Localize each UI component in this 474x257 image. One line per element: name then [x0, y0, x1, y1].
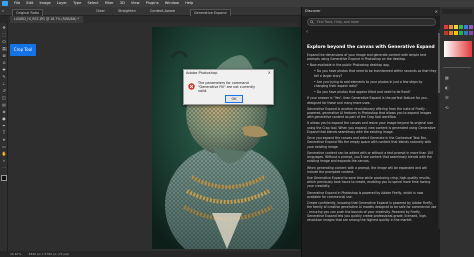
article-paragraph: Once you expand the canvas and select Ge…: [307, 136, 432, 149]
article-title: Explore beyond the canvas with Generativ…: [307, 45, 435, 50]
menu-image[interactable]: Image: [39, 1, 50, 5]
article-bullet: • Are you trying to add elements to your…: [314, 79, 423, 89]
search-icon: [310, 20, 314, 24]
crop-tool-options-icon[interactable]: ⌗: [2, 7, 4, 16]
color-swatch[interactable]: [469, 31, 473, 35]
hand-tool-icon[interactable]: ✋: [2, 152, 7, 156]
article-body: Expand the dimensions of your image and …: [307, 53, 437, 224]
article-paragraph: If your answer is "Yes", then Generative…: [307, 96, 429, 105]
photoshop-logo-icon: [2, 1, 8, 6]
document-info: 3840 px x 5760 px (72 ppi): [28, 252, 70, 256]
article-paragraph: It allows you to expand the canvas and r…: [307, 121, 436, 135]
back-arrow-icon[interactable]: ‹: [306, 29, 308, 35]
crop-tool-icon[interactable]: ⌗: [1, 47, 7, 51]
ok-button[interactable]: OK: [225, 95, 243, 103]
menu-plugins[interactable]: Plugins: [146, 1, 159, 5]
marquee-tool-icon[interactable]: ⬚: [2, 33, 7, 37]
close-icon[interactable]: ×: [435, 7, 438, 16]
eraser-tool-icon[interactable]: ◫: [2, 96, 7, 100]
clear-button[interactable]: Clear: [96, 7, 105, 16]
color-picker[interactable]: [444, 41, 472, 57]
article-paragraph: Generative content can be added with or …: [307, 150, 434, 164]
article-bullet: • Do you have photos that appear tilted …: [314, 90, 411, 95]
color-swatch[interactable]: [464, 31, 468, 35]
color-swatch[interactable]: [469, 25, 473, 29]
zoom-level[interactable]: 16.67%: [10, 252, 21, 256]
document-tab[interactable]: LIZARD_HI_REZ.JPG @ 16.7% (RGB/8#) *: [10, 16, 84, 23]
discover-panel: Discover × Find Tools, Help, and more ‹ …: [301, 7, 440, 257]
menu-file[interactable]: File: [14, 1, 20, 5]
foreground-color-swatch[interactable]: [1, 175, 7, 181]
pen-tool-icon[interactable]: ✒: [2, 124, 7, 128]
right-panel-strip: ▦ ◐ ☰ ⟲: [440, 7, 474, 257]
eyedropper-tool-icon[interactable]: ⊘: [2, 61, 7, 65]
article-paragraph: When generating content with a prompt, t…: [307, 165, 428, 174]
color-swatch[interactable]: [444, 31, 448, 35]
menu-help[interactable]: Help: [185, 1, 193, 5]
color-swatch[interactable]: [459, 25, 463, 29]
dialog-message: The parameters for command "Generative F…: [198, 81, 255, 93]
color-swatch[interactable]: [444, 25, 448, 29]
menu-bar: File Edit Image Layer Type Select Filter…: [0, 0, 474, 7]
status-bar: 16.67% 3840 px x 5760 px (72 ppi): [0, 251, 300, 257]
document-tab-bar: LIZARD_HI_REZ.JPG @ 16.7% (RGB/8#) *: [8, 16, 298, 23]
article-paragraph: Generative Expand is another revolutiona…: [307, 106, 432, 120]
menu-filter[interactable]: Filter: [105, 1, 114, 5]
more-tools-icon[interactable]: ⋯: [2, 166, 7, 170]
close-icon[interactable]: ×: [268, 70, 271, 75]
tools-panel: ✥ ⬚ ⵔ ⌗ ⊠ ⊘ ✚ ✎ ⊥ ↺ ◫ ▤ ◈ ● ✒ T ➤ ▭ ✋ ⌕ …: [0, 23, 9, 253]
panel-tab-row[interactable]: [442, 9, 472, 14]
menu-window[interactable]: Window: [165, 1, 179, 5]
discover-search-input[interactable]: Find Tools, Help, and more: [307, 18, 436, 26]
color-swatch[interactable]: [464, 25, 468, 29]
color-swatch[interactable]: [449, 31, 453, 35]
healing-tool-icon[interactable]: ✚: [2, 68, 7, 72]
color-swatch[interactable]: [449, 25, 453, 29]
lasso-tool-icon[interactable]: ⵔ: [2, 40, 7, 44]
menu-view[interactable]: View: [131, 1, 140, 5]
content-aware-checkbox[interactable]: Content-Aware: [150, 7, 175, 16]
color-swatch[interactable]: [454, 25, 458, 29]
article-paragraph: Generative Expand in Photoshop is powere…: [307, 190, 424, 199]
menu-edit[interactable]: Edit: [26, 1, 33, 5]
error-dialog: Adobe Photoshop × The parameters for com…: [183, 69, 274, 105]
menu-3d[interactable]: 3D: [120, 1, 125, 5]
frame-tool-icon[interactable]: ⊠: [2, 54, 7, 58]
type-tool-icon[interactable]: T: [2, 131, 7, 135]
menu-select[interactable]: Select: [87, 1, 98, 5]
stamp-tool-icon[interactable]: ⊥: [2, 82, 7, 86]
article-paragraph: Create confidently, knowing that Generat…: [307, 200, 437, 223]
straighten-button[interactable]: Straighten: [118, 7, 136, 16]
article-paragraph: Use Generative Expand to save time while…: [307, 175, 431, 189]
search-placeholder: Find Tools, Help, and more: [317, 20, 359, 24]
menu-layer[interactable]: Layer: [57, 1, 67, 5]
discover-title: Discover: [305, 9, 321, 13]
discover-header: Discover ×: [302, 7, 440, 16]
article-bullet: • Do you have photos that need to be tra…: [314, 69, 437, 78]
menu-type[interactable]: Type: [73, 1, 81, 5]
properties-icon[interactable]: ☰: [445, 95, 449, 100]
path-select-icon[interactable]: ➤: [2, 138, 7, 142]
crop-tool-tooltip: Crop Tool: [10, 44, 36, 56]
layers-icon[interactable]: ▦: [445, 75, 449, 80]
history-icon[interactable]: ⟲: [445, 105, 449, 110]
shape-tool-icon[interactable]: ▭: [2, 145, 7, 149]
brush-tool-icon[interactable]: ✎: [2, 75, 7, 79]
article-paragraph: Expand the dimensions of your image and …: [307, 53, 427, 62]
blur-tool-icon[interactable]: ◈: [2, 110, 7, 114]
gradient-tool-icon[interactable]: ▤: [2, 103, 7, 107]
color-swatch[interactable]: [459, 31, 463, 35]
color-swatch[interactable]: [454, 31, 458, 35]
divider: [443, 67, 471, 68]
history-brush-icon[interactable]: ↺: [2, 89, 7, 93]
error-icon: [188, 83, 195, 90]
adjustments-icon[interactable]: ◐: [445, 85, 449, 90]
article-paragraph: • Now available in the public Photoshop …: [307, 63, 391, 68]
dodge-tool-icon[interactable]: ●: [2, 117, 7, 121]
move-tool-icon[interactable]: ✥: [2, 26, 7, 30]
zoom-tool-icon[interactable]: ⌕: [2, 159, 7, 163]
lizard-image[interactable]: [152, 27, 301, 249]
dialog-title: Adobe Photoshop: [186, 71, 218, 75]
